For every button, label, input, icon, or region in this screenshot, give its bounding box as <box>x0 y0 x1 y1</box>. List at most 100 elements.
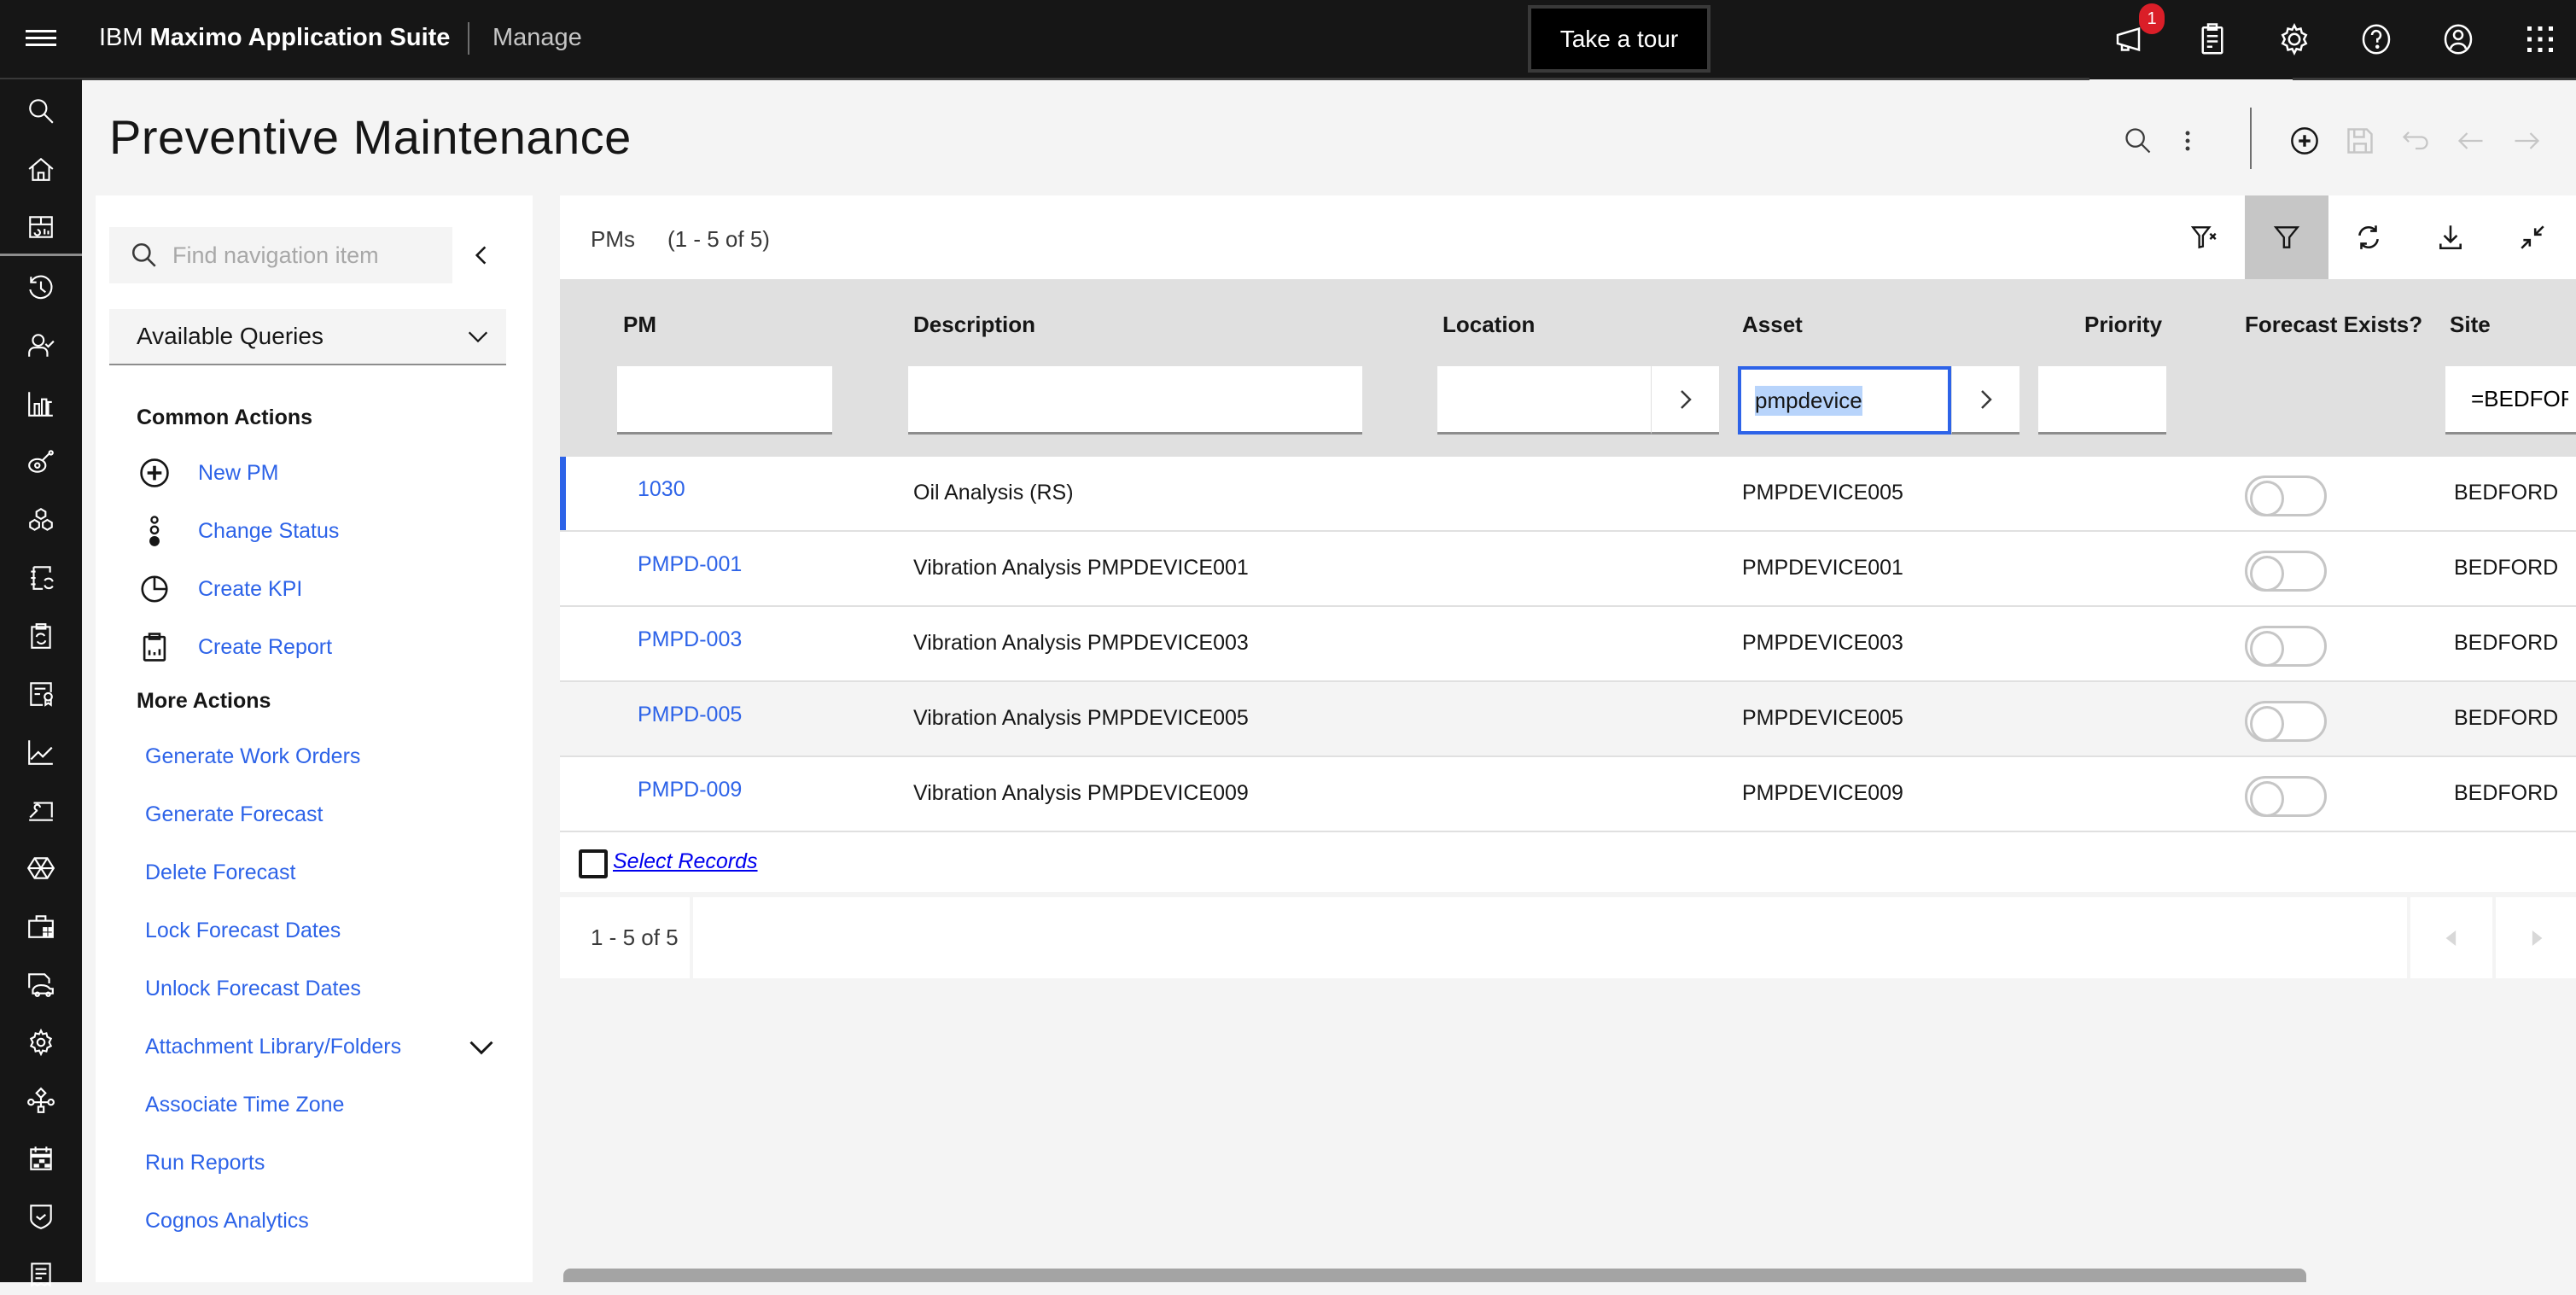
rail-receipt-icon[interactable] <box>20 1254 61 1295</box>
asset-filter-input[interactable]: pmpdevice <box>1738 366 1951 435</box>
action-unlock-forecast-dates[interactable]: Unlock Forecast Dates <box>145 977 361 1001</box>
forecast-exists-toggle[interactable] <box>2245 551 2327 592</box>
next-page-button[interactable] <box>2496 897 2576 978</box>
table-row[interactable]: PMPD-005 Vibration Analysis PMPDEVICE005… <box>560 682 2576 757</box>
location-filter-input[interactable] <box>1437 366 1651 435</box>
action-generate-forecast[interactable]: Generate Forecast <box>145 802 323 827</box>
column-header-location[interactable]: Location <box>1442 312 1535 338</box>
action-delete-forecast[interactable]: Delete Forecast <box>145 860 295 885</box>
location-lookup-button[interactable] <box>1651 366 1719 435</box>
asset-filter-value: pmpdevice <box>1755 385 1862 416</box>
rail-cubes-icon[interactable] <box>20 499 61 540</box>
rail-bar-chart-icon[interactable] <box>20 383 61 424</box>
action-cognos-analytics[interactable]: Cognos Analytics <box>145 1209 309 1234</box>
previous-page-button[interactable] <box>2410 897 2492 978</box>
pm-filter-input[interactable] <box>617 366 832 435</box>
column-header-asset[interactable]: Asset <box>1742 312 1803 338</box>
forecast-exists-toggle[interactable] <box>2245 776 2327 817</box>
description-filter-input[interactable] <box>908 366 1362 435</box>
pm-link[interactable]: 1030 <box>638 477 685 502</box>
column-header-pm[interactable]: PM <box>623 312 656 338</box>
rail-dashboard-icon[interactable] <box>20 207 61 248</box>
pm-link[interactable]: PMPD-001 <box>638 552 742 577</box>
action-generate-work-orders[interactable]: Generate Work Orders <box>145 744 360 769</box>
table-row[interactable]: PMPD-003 Vibration Analysis PMPDEVICE003… <box>560 607 2576 682</box>
pm-link[interactable]: PMPD-005 <box>638 703 742 727</box>
nav-search[interactable] <box>109 227 452 283</box>
rail-meter-icon[interactable] <box>20 441 61 482</box>
select-records-checkbox[interactable] <box>579 849 608 878</box>
add-circle-icon <box>137 455 172 491</box>
rail-history-icon[interactable] <box>20 267 61 308</box>
filter-icon[interactable] <box>2245 195 2328 279</box>
nav-search-input[interactable] <box>172 242 446 269</box>
save-icon[interactable] <box>2339 120 2381 162</box>
site-filter-input[interactable] <box>2445 366 2576 435</box>
next-record-icon[interactable] <box>2505 120 2548 162</box>
rail-user-check-icon[interactable] <box>20 325 61 366</box>
rail-truck-icon[interactable] <box>20 964 61 1005</box>
table-row[interactable]: PMPD-001 Vibration Analysis PMPDEVICE001… <box>560 532 2576 607</box>
asset-lookup-button[interactable] <box>1951 366 2019 435</box>
pm-link[interactable]: PMPD-009 <box>638 778 742 802</box>
action-create-kpi[interactable]: Create KPI <box>137 571 302 607</box>
undo-icon[interactable] <box>2394 120 2437 162</box>
rail-workflow-icon[interactable] <box>20 1080 61 1121</box>
action-label: Create Report <box>198 634 333 659</box>
add-icon[interactable] <box>2283 120 2326 162</box>
asset-cell: PMPDEVICE001 <box>1742 556 1903 580</box>
action-run-reports[interactable]: Run Reports <box>145 1151 265 1175</box>
horizontal-scrollbar[interactable] <box>563 1269 2306 1282</box>
download-icon[interactable] <box>2409 195 2492 279</box>
rail-home-icon[interactable] <box>20 149 61 190</box>
user-icon[interactable] <box>2438 19 2479 60</box>
chevron-down-icon[interactable] <box>464 1035 498 1060</box>
available-queries-dropdown[interactable]: Available Queries <box>109 309 506 365</box>
rail-search-icon[interactable] <box>20 90 61 131</box>
take-tour-button[interactable]: Take a tour <box>1528 5 1711 73</box>
forecast-exists-toggle[interactable] <box>2245 701 2327 742</box>
minimize-icon[interactable] <box>2491 195 2574 279</box>
action-lock-forecast-dates[interactable]: Lock Forecast Dates <box>145 919 341 943</box>
table-row[interactable]: 1030 Oil Analysis (RS) PMPDEVICE005 BEDF… <box>560 457 2576 532</box>
priority-filter-input[interactable] <box>2038 366 2166 435</box>
action-associate-time-zone[interactable]: Associate Time Zone <box>145 1093 344 1117</box>
menu-icon[interactable] <box>26 26 56 51</box>
select-records-link[interactable]: Select Records <box>613 849 758 874</box>
rail-clipboard-refresh-icon[interactable] <box>20 615 61 656</box>
refresh-icon[interactable] <box>2327 195 2410 279</box>
rail-shield-check-icon[interactable] <box>20 1196 61 1237</box>
column-header-site[interactable]: Site <box>2450 312 2491 338</box>
action-attachment-library[interactable]: Attachment Library/Folders <box>145 1035 401 1059</box>
search-icon[interactable] <box>2117 120 2159 162</box>
app-switcher-icon[interactable] <box>2520 19 2561 60</box>
pm-link[interactable]: PMPD-003 <box>638 627 742 652</box>
action-change-status[interactable]: Change Status <box>137 513 339 549</box>
table-row[interactable]: PMPD-009 Vibration Analysis PMPDEVICE009… <box>560 757 2576 832</box>
rail-hexagon-icon[interactable] <box>20 848 61 889</box>
forecast-exists-toggle[interactable] <box>2245 626 2327 667</box>
action-new-pm[interactable]: New PM <box>137 455 278 491</box>
rail-notebook-refresh-icon[interactable] <box>20 557 61 598</box>
table-count: (1 - 5 of 5) <box>667 226 770 252</box>
clear-filter-icon[interactable] <box>2163 195 2247 279</box>
pager-divider <box>690 897 693 978</box>
column-header-forecast-exists[interactable]: Forecast Exists? <box>2245 312 2422 338</box>
collapse-panel-icon[interactable] <box>464 238 498 272</box>
settings-icon[interactable] <box>2274 19 2315 60</box>
clipboard-icon[interactable] <box>2192 19 2233 60</box>
column-header-description[interactable]: Description <box>913 312 1035 338</box>
rail-tools-laptop-icon[interactable] <box>20 790 61 831</box>
rail-line-chart-icon[interactable] <box>20 732 61 773</box>
top-header: IBM Maximo Application Suite Manage Take… <box>0 0 2576 80</box>
rail-settings-icon[interactable] <box>20 1022 61 1063</box>
rail-calendar-icon[interactable] <box>20 1138 61 1179</box>
help-icon[interactable] <box>2356 19 2397 60</box>
rail-toolkit-icon[interactable] <box>20 906 61 947</box>
forecast-exists-toggle[interactable] <box>2245 475 2327 516</box>
column-header-priority[interactable]: Priority <box>2084 312 2162 338</box>
previous-record-icon[interactable] <box>2450 120 2492 162</box>
more-options-icon[interactable] <box>2166 120 2209 162</box>
action-create-report[interactable]: Create Report <box>137 629 332 665</box>
rail-certificate-icon[interactable] <box>20 674 61 715</box>
